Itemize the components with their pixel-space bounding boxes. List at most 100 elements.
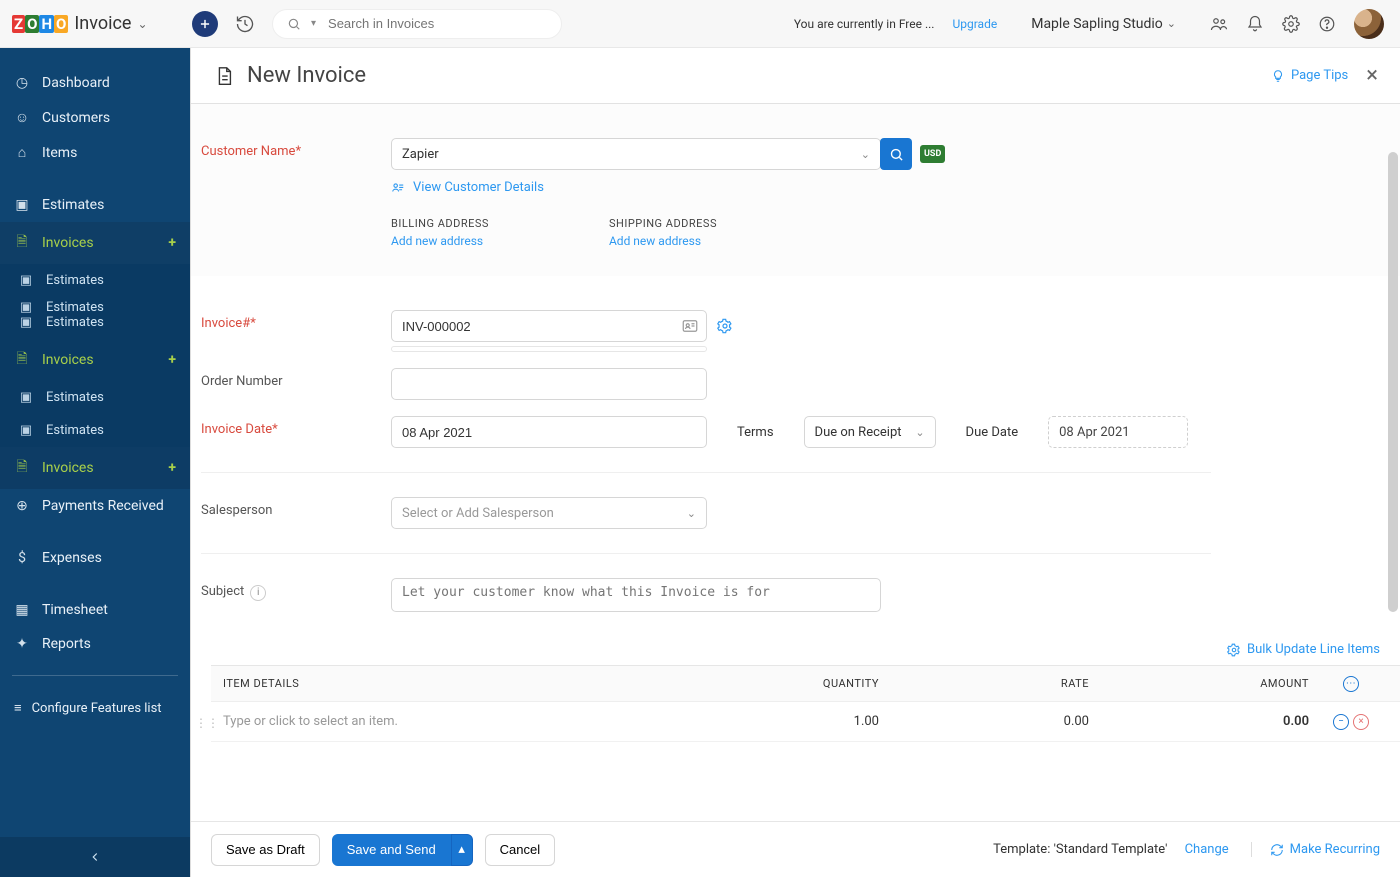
billing-address-title: BILLING ADDRESS	[391, 217, 489, 230]
invoice-date-input[interactable]	[391, 416, 707, 448]
plus-icon[interactable]: +	[168, 352, 176, 368]
chevron-down-icon[interactable]: ▾	[311, 18, 316, 29]
change-template-link[interactable]: Change	[1185, 842, 1229, 857]
sidebar-item-dashboard[interactable]: ◷Dashboard	[0, 66, 190, 100]
save-and-send-button[interactable]: Save and Send	[332, 834, 451, 866]
global-search[interactable]: ▾	[272, 9, 562, 39]
sidebar-item-reports[interactable]: ✦Reports	[0, 627, 190, 661]
invoice-number-settings[interactable]	[717, 318, 733, 334]
close-button[interactable]: ×	[1366, 63, 1378, 88]
sidebar-item-invoices[interactable]: 🗎Invoices+	[0, 447, 190, 489]
scrollbar-thumb[interactable]	[1388, 152, 1398, 612]
notifications-icon[interactable]	[1246, 15, 1264, 33]
sidebar-item-invoices[interactable]: 🗎Invoices+	[0, 339, 190, 381]
save-as-draft-button[interactable]: Save as Draft	[211, 834, 320, 866]
template-info: Template: 'Standard Template' Change	[993, 842, 1229, 857]
sidebar-item-payments-received[interactable]: ⊕Payments Received	[0, 489, 190, 523]
sidebar-sub-estimates[interactable]: ▣Estimates	[0, 297, 190, 315]
info-icon[interactable]: i	[250, 585, 266, 601]
sidebar-sub-estimates[interactable]: ▣Estimates	[0, 264, 190, 297]
basket-icon: ⌂	[14, 144, 30, 161]
invoice-date-label: Invoice Date*	[201, 416, 373, 437]
timesheet-icon: ▦	[14, 602, 30, 618]
add-billing-address-link[interactable]: Add new address	[391, 234, 489, 248]
sidebar-item-customers[interactable]: ☺Customers	[0, 100, 190, 135]
amount-cell: 0.00	[1101, 714, 1321, 729]
recurring-icon	[1270, 843, 1284, 857]
save-and-send-split: Save and Send ▴	[332, 834, 473, 866]
sidebar-item-items[interactable]: ⌂Items	[0, 135, 190, 170]
salesperson-select[interactable]: Select or Add Salesperson ⌄	[391, 497, 707, 529]
sidebar-item-invoices[interactable]: 🗎Invoices+	[0, 222, 190, 264]
estimate-icon: ▣	[18, 423, 34, 438]
subject-input[interactable]	[391, 578, 881, 612]
rate-cell[interactable]: 0.00	[891, 714, 1101, 729]
customer-search-button[interactable]	[880, 138, 912, 170]
dashboard-icon: ◷	[14, 75, 30, 91]
cancel-button[interactable]: Cancel	[485, 834, 555, 866]
view-customer-details-link[interactable]: View Customer Details	[391, 180, 1400, 195]
save-and-send-caret[interactable]: ▴	[451, 834, 473, 866]
order-number-label: Order Number	[201, 368, 373, 389]
sidebar-configure[interactable]: ≡Configure Features list	[0, 690, 190, 726]
product-logo[interactable]: ZOHO Invoice ⌄	[12, 13, 178, 34]
profile-card-icon	[391, 181, 405, 195]
product-name: Invoice	[74, 13, 131, 34]
sidebar: ◷Dashboard ☺Customers ⌂Items ▣Estimates …	[0, 48, 190, 877]
invoice-icon: 🗎	[14, 231, 30, 255]
sidebar-item-expenses[interactable]: $Expenses	[0, 541, 190, 575]
sidebar-collapse[interactable]	[0, 837, 190, 877]
chevron-down-icon[interactable]: ⌄	[137, 17, 147, 31]
item-cell[interactable]: Type or click to select an item.	[211, 714, 711, 729]
sidebar-sub-estimates[interactable]: ▣Estimates	[0, 414, 190, 447]
addresses: BILLING ADDRESS Add new address SHIPPING…	[391, 217, 1400, 248]
make-recurring-link[interactable]: Make Recurring	[1251, 842, 1380, 857]
sidebar-item-timesheet[interactable]: ▦Timesheet	[0, 593, 190, 627]
bulk-update-link[interactable]: Bulk Update Line Items	[191, 624, 1400, 665]
customer-select[interactable]: Zapier ⌄	[391, 138, 881, 170]
delete-line-icon[interactable]: ×	[1353, 714, 1369, 730]
upgrade-link[interactable]: Upgrade	[952, 17, 997, 31]
autofill-bar	[391, 346, 707, 352]
invoice-number-input[interactable]	[391, 310, 707, 342]
page-tips-link[interactable]: Page Tips	[1271, 68, 1348, 83]
form-scroll[interactable]: Customer Name* Zapier ⌄ USD	[191, 104, 1400, 821]
referrals-icon[interactable]	[1210, 15, 1228, 33]
plus-icon[interactable]: +	[168, 460, 176, 476]
help-icon[interactable]	[1318, 15, 1336, 33]
column-settings-icon[interactable]: ⋯	[1343, 676, 1359, 692]
sidebar-sub-estimates[interactable]: ▣Estimates	[0, 315, 190, 339]
expenses-icon: $	[14, 550, 30, 566]
drag-handle-icon[interactable]: ⋮⋮	[191, 665, 211, 742]
payments-icon: ⊕	[14, 498, 30, 514]
order-number-input[interactable]	[391, 368, 707, 400]
salesperson-label: Salesperson	[201, 497, 373, 518]
search-icon	[287, 17, 301, 31]
sidebar-item-estimates[interactable]: ▣Estimates	[0, 188, 190, 222]
estimate-icon: ▣	[14, 197, 30, 213]
org-switcher[interactable]: Maple Sapling Studio ⌄	[1031, 16, 1176, 32]
search-input[interactable]	[326, 15, 547, 32]
due-date-display[interactable]: 08 Apr 2021	[1048, 416, 1188, 448]
remove-line-icon[interactable]: −	[1333, 714, 1349, 730]
contact-icon[interactable]	[681, 317, 699, 335]
page-header: New Invoice Page Tips ×	[191, 48, 1400, 104]
sliders-icon: ≡	[14, 700, 22, 716]
person-icon: ☺	[14, 109, 30, 126]
recent-history-button[interactable]	[232, 11, 258, 37]
add-new-button[interactable]	[192, 11, 218, 37]
plus-icon[interactable]: +	[168, 235, 176, 251]
shipping-address-title: SHIPPING ADDRESS	[609, 217, 717, 230]
line-item-row[interactable]: Type or click to select an item. 1.00 0.…	[211, 702, 1400, 742]
avatar[interactable]	[1354, 9, 1384, 39]
estimate-icon: ▣	[18, 273, 34, 288]
settings-icon[interactable]	[1282, 15, 1300, 33]
gear-icon	[1227, 643, 1241, 657]
terms-select[interactable]: Due on Receipt ⌄	[804, 416, 936, 448]
chevron-down-icon: ⌄	[861, 148, 870, 161]
sidebar-sub-estimates[interactable]: ▣Estimates	[0, 381, 190, 414]
page-title: New Invoice	[213, 63, 366, 88]
add-shipping-address-link[interactable]: Add new address	[609, 234, 717, 248]
qty-cell[interactable]: 1.00	[711, 714, 891, 729]
invoice-number-label: Invoice#*	[201, 310, 373, 331]
